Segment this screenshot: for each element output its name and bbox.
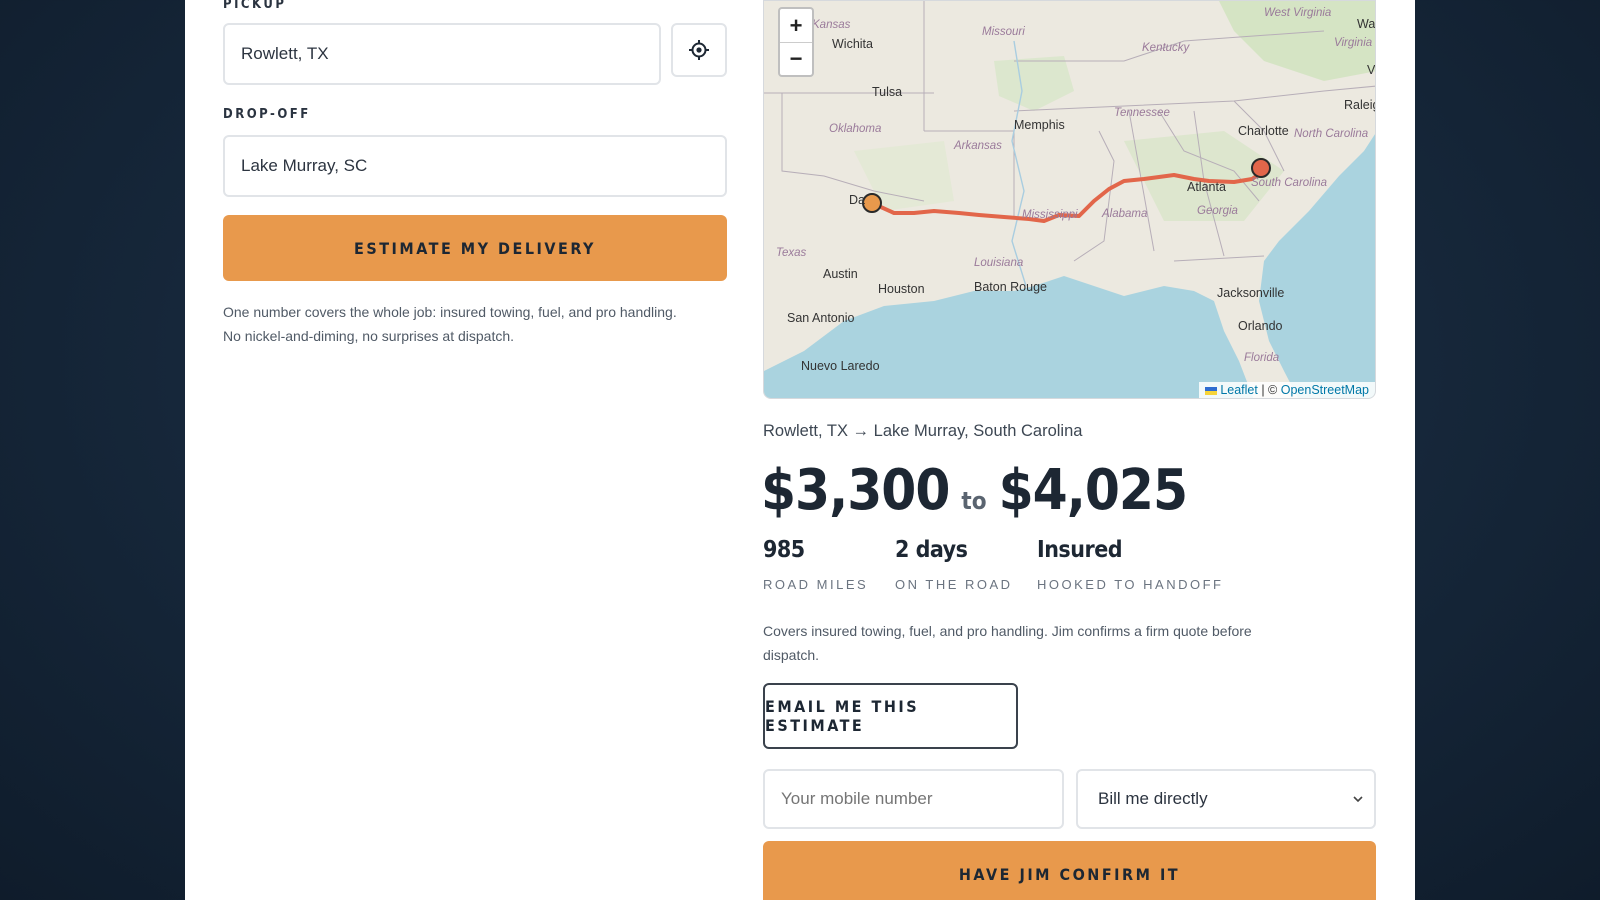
map-label-charlotte: Charlotte	[1238, 124, 1289, 138]
use-my-location-button[interactable]	[671, 23, 727, 77]
attribution-separator: | ©	[1261, 383, 1278, 397]
price-to: to	[961, 487, 987, 515]
map-label-austin: Austin	[823, 267, 858, 281]
estimate-note-line-1: Covers insured towing, fuel, and pro han…	[763, 623, 1252, 639]
map-label-north-carolina: North Carolina	[1294, 128, 1368, 140]
stat-on-the-road: 2 days ON THE ROAD	[895, 537, 1013, 592]
map-label-tennessee: Tennessee	[1114, 107, 1170, 119]
map-label-memphis: Memphis	[1014, 118, 1065, 132]
route-map[interactable]: Kansas Missouri Kentucky West Virginia V…	[763, 0, 1376, 399]
map-label-baton-rouge: Baton Rouge	[974, 280, 1047, 294]
map-zoom-control: + −	[778, 7, 814, 77]
email-estimate-button[interactable]: EMAIL ME THIS ESTIMATE	[763, 683, 1018, 749]
map-label-kansas: Kansas	[812, 19, 851, 31]
map-label-texas: Texas	[776, 247, 807, 259]
stat-road-miles: 985 ROAD MILES	[763, 537, 868, 592]
map-label-missouri: Missouri	[982, 26, 1025, 38]
confirm-with-jim-button[interactable]: HAVE JIM CONFIRM IT	[763, 841, 1376, 900]
map-label-west-virginia: West Virginia	[1264, 7, 1331, 19]
map-label-arkansas: Arkansas	[953, 140, 1002, 152]
pricing-note-line-1: One number covers the whole job: insured…	[223, 304, 677, 320]
billing-select[interactable]: Bill me directly	[1076, 769, 1376, 829]
map-label-wichita: Wichita	[832, 37, 873, 51]
map-label-alabama: Alabama	[1101, 208, 1147, 220]
leaflet-link[interactable]: Leaflet	[1220, 383, 1258, 397]
dropoff-input[interactable]: Lake Murray, SC	[223, 135, 727, 197]
estimate-note-line-2: dispatch.	[763, 647, 820, 663]
map-attribution: Leaflet | © OpenStreetMap	[1198, 382, 1375, 398]
map-label-florida: Florida	[1244, 352, 1279, 364]
map-label-atlanta: Atlanta	[1187, 180, 1226, 194]
estimate-note: Covers insured towing, fuel, and pro han…	[763, 619, 1252, 667]
price-high: $4,025	[998, 458, 1188, 523]
map-label-vi: Vi	[1367, 63, 1376, 77]
billing-selected-value: Bill me directly	[1098, 789, 1208, 808]
route-summary: Rowlett, TX → Lake Murray, South Carolin…	[763, 422, 1083, 440]
pricing-note: One number covers the whole job: insured…	[223, 300, 677, 348]
map-label-san-antonio: San Antonio	[787, 311, 854, 325]
stat-value: 985	[763, 537, 805, 563]
map-label-jacksonville: Jacksonville	[1217, 286, 1284, 300]
map-label-oklahoma: Oklahoma	[829, 123, 881, 135]
stat-value: 2 days	[895, 537, 968, 563]
map-label-houston: Houston	[878, 282, 925, 296]
openstreetmap-link[interactable]: OpenStreetMap	[1281, 383, 1369, 397]
price-low: $3,300	[761, 458, 950, 523]
pickup-input[interactable]: Rowlett, TX	[223, 23, 661, 85]
stat-label: HOOKED TO HANDOFF	[1037, 577, 1224, 592]
map-label-nuevo-laredo: Nuevo Laredo	[801, 359, 880, 373]
map-label-tulsa: Tulsa	[872, 85, 902, 99]
pricing-note-line-2: No nickel-and-diming, no surprises at di…	[223, 328, 515, 344]
zoom-in-button[interactable]: +	[780, 9, 812, 42]
map-label-raleigh: Raleigh	[1344, 98, 1376, 112]
ukraine-flag-icon	[1204, 386, 1217, 395]
zoom-out-button[interactable]: −	[780, 42, 812, 75]
estimate-delivery-button[interactable]: ESTIMATE MY DELIVERY	[223, 215, 727, 281]
stat-label: ROAD MILES	[763, 577, 869, 592]
map-label-dallas: Da	[849, 193, 865, 207]
map-label-mississippi: Mississippi	[1022, 209, 1078, 221]
map-label-georgia: Georgia	[1197, 205, 1238, 217]
mobile-number-input[interactable]	[763, 769, 1064, 829]
map-label-virginia: Virginia	[1334, 37, 1372, 49]
dropoff-input-value: Lake Murray, SC	[241, 156, 368, 175]
pickup-label: PICKUP	[223, 0, 287, 12]
stat-label: ON THE ROAD	[895, 577, 1013, 592]
map-label-kentucky: Kentucky	[1142, 42, 1191, 54]
map-label-wash: Wash	[1357, 17, 1376, 31]
crosshair-icon	[689, 40, 709, 60]
map-label-orlando: Orlando	[1238, 319, 1283, 333]
stat-value: Insured	[1037, 537, 1123, 563]
price-range: $3,300 to $4,025	[761, 458, 1188, 523]
estimate-card: PICKUP Rowlett, TX DROP-OFF Lake Murray,…	[185, 0, 1415, 900]
map-label-south-carolina: South Carolina	[1251, 177, 1327, 189]
map-label-louisiana: Louisiana	[974, 257, 1023, 269]
chevron-down-icon	[1353, 796, 1363, 803]
stat-insured: Insured HOOKED TO HANDOFF	[1037, 537, 1223, 592]
pickup-input-value: Rowlett, TX	[241, 44, 329, 63]
dropoff-label: DROP-OFF	[223, 107, 311, 122]
map-tiles: Kansas Missouri Kentucky West Virginia V…	[764, 1, 1376, 398]
